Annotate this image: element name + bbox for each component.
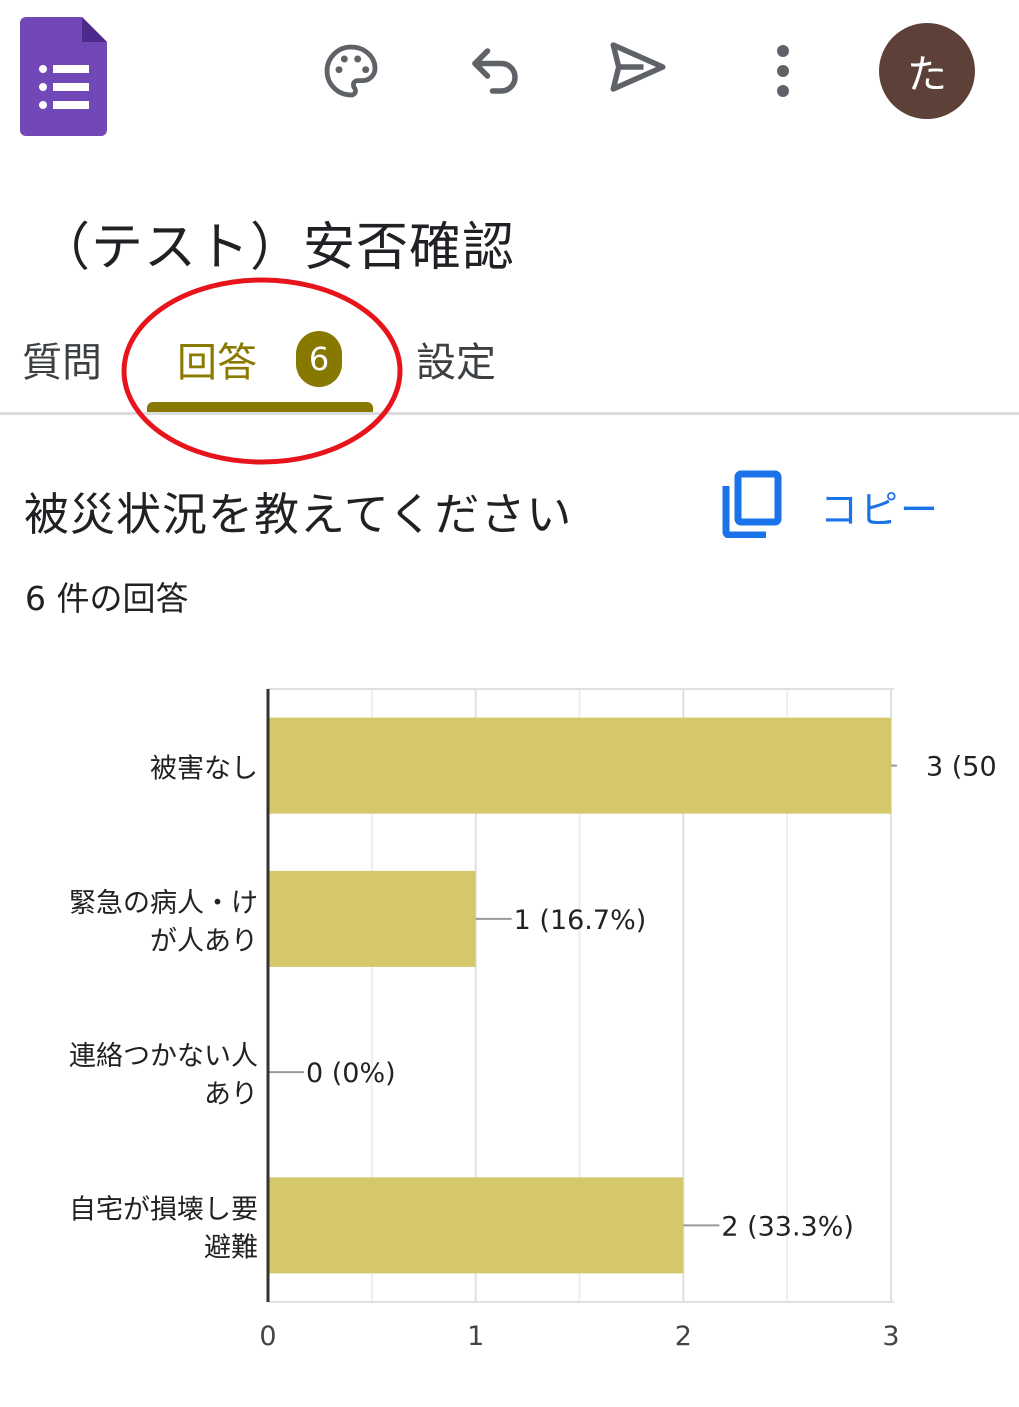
copy-icon	[722, 470, 782, 542]
x-tick-label: 0	[259, 1321, 276, 1352]
category-label: 避難	[204, 1232, 258, 1263]
tab-label: 質問	[22, 340, 102, 386]
palette-icon[interactable]	[311, 31, 391, 111]
copy-label: コピー	[820, 487, 941, 532]
response-count: 6 件の回答	[25, 579, 189, 618]
data-label: 1 (16.7%)	[514, 905, 647, 936]
x-tick-label: 2	[675, 1321, 692, 1352]
undo-icon[interactable]	[455, 31, 535, 111]
category-label: 緊急の病人・け	[69, 888, 258, 919]
question-title: 被災状況を教えてください	[24, 488, 573, 541]
tab-label: 設定	[416, 340, 496, 386]
data-label: 0 (0%)	[306, 1058, 396, 1089]
category-label: が人あり	[150, 926, 258, 957]
send-icon[interactable]	[598, 27, 678, 107]
bar-chart: 被害なし 3 (50 緊急の病人・けが人あり 1 (16.7%) 連絡つかない人あり 0 …	[69, 688, 997, 1352]
category-label: あり	[204, 1079, 258, 1110]
more-vert-icon[interactable]	[743, 31, 823, 111]
category-label: 被害なし	[150, 754, 258, 785]
x-tick-label: 3	[882, 1321, 899, 1352]
category-label: 連絡つかない人	[69, 1041, 258, 1072]
data-label: 2 (33.3%)	[721, 1211, 854, 1242]
chart-bar	[268, 870, 476, 967]
category-label: 自宅が損壊し要	[69, 1194, 258, 1225]
copy-chart-button[interactable]: コピー	[722, 470, 982, 542]
annotation-circle	[121, 277, 403, 465]
data-label: 3 (50	[926, 752, 997, 783]
tab-settings[interactable]: 設定	[416, 330, 496, 388]
avatar[interactable]: た	[879, 23, 975, 119]
chart-bar	[268, 717, 891, 814]
x-tick-label: 1	[467, 1321, 484, 1352]
google-forms-icon[interactable]	[20, 17, 107, 136]
tab-questions[interactable]: 質問	[22, 330, 102, 388]
form-title: （テスト）安否確認	[38, 218, 516, 278]
chart-bar	[268, 1177, 684, 1274]
